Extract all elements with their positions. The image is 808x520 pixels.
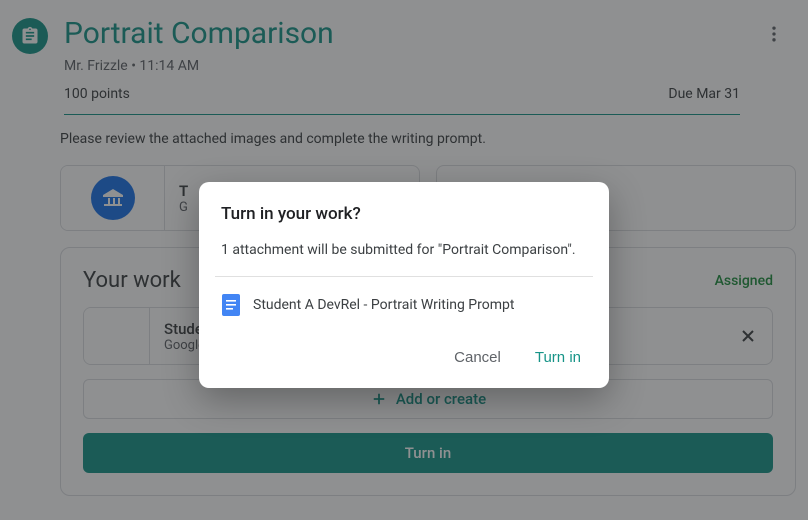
dialog-divider xyxy=(215,276,593,277)
dialog-body-text: 1 attachment will be submitted for "Port… xyxy=(221,242,587,258)
dialog-actions: Cancel Turn in xyxy=(221,341,587,374)
dialog-file-name: Student A DevRel - Portrait Writing Prom… xyxy=(253,297,514,313)
google-docs-icon xyxy=(221,293,241,317)
dialog-title: Turn in your work? xyxy=(221,204,587,224)
confirm-turn-in-button[interactable]: Turn in xyxy=(529,341,587,374)
turn-in-dialog: Turn in your work? 1 attachment will be … xyxy=(199,182,609,388)
modal-overlay[interactable]: Turn in your work? 1 attachment will be … xyxy=(0,0,808,520)
cancel-button[interactable]: Cancel xyxy=(448,341,507,374)
dialog-file-row: Student A DevRel - Portrait Writing Prom… xyxy=(221,293,587,317)
